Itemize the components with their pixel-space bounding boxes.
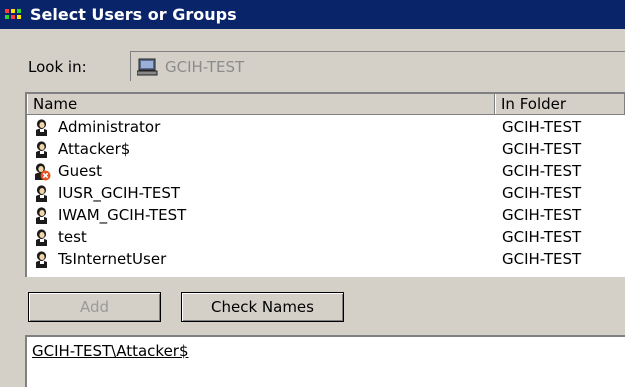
users-list[interactable]: Name In Folder Administrator GCIH-TEST Att… (25, 92, 625, 277)
list-item[interactable]: IWAM_GCIH-TEST GCIH-TEST (27, 204, 625, 226)
list-item-folder: GCIH-TEST (502, 140, 582, 158)
check-names-button[interactable]: Check Names (181, 292, 344, 322)
user-icon (32, 206, 51, 225)
user-icon (32, 228, 51, 247)
look-in-dropdown[interactable]: GCIH-TEST (130, 51, 625, 81)
column-header-in-folder[interactable]: In Folder (495, 94, 625, 114)
column-header-name[interactable]: Name (27, 94, 495, 114)
list-item[interactable]: test GCIH-TEST (27, 226, 625, 248)
list-item-name: Administrator (58, 118, 161, 136)
list-item[interactable]: IUSR_GCIH-TEST GCIH-TEST (27, 182, 625, 204)
list-item[interactable]: Guest GCIH-TEST (27, 160, 625, 182)
list-item-name: test (58, 228, 87, 246)
user-icon (32, 140, 51, 159)
list-item-folder: GCIH-TEST (502, 228, 582, 246)
list-item-folder: GCIH-TEST (502, 250, 582, 268)
add-button[interactable]: Add (28, 292, 161, 322)
users-groups-icon (5, 8, 21, 19)
look-in-value: GCIH-TEST (165, 57, 245, 76)
list-item-folder: GCIH-TEST (502, 206, 582, 224)
computer-icon (137, 58, 158, 75)
list-item-folder: GCIH-TEST (502, 162, 582, 180)
list-item-name: TsInternetUser (58, 250, 167, 268)
list-item-folder: GCIH-TEST (502, 184, 582, 202)
user-icon (32, 184, 51, 203)
list-item[interactable]: Attacker$ GCIH-TEST (27, 138, 625, 160)
list-item-name: Attacker$ (58, 140, 131, 158)
list-item-name: Guest (58, 162, 103, 180)
list-item-name: IUSR_GCIH-TEST (58, 184, 181, 202)
look-in-label: Look in: (28, 58, 87, 76)
list-item[interactable]: TsInternetUser GCIH-TEST (27, 248, 625, 270)
list-item-name: IWAM_GCIH-TEST (58, 206, 187, 224)
list-item[interactable]: Administrator GCIH-TEST (27, 116, 625, 138)
user-icon (32, 118, 51, 137)
user-icon (32, 250, 51, 269)
title-bar[interactable]: Select Users or Groups (0, 0, 625, 29)
disabled-user-icon (32, 162, 51, 181)
list-item-folder: GCIH-TEST (502, 118, 582, 136)
selected-name-entry: GCIH-TEST\Attacker$ (32, 342, 189, 360)
window-title: Select Users or Groups (30, 5, 237, 24)
list-header: Name In Folder (27, 94, 625, 115)
selected-names-field[interactable]: GCIH-TEST\Attacker$ (25, 335, 625, 387)
